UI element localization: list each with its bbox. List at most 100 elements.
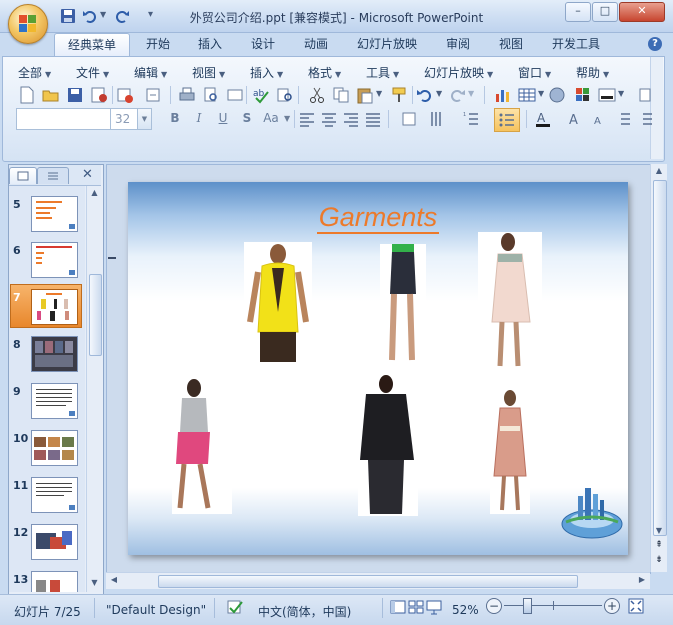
panel-close-icon[interactable]: ✕ bbox=[82, 167, 93, 182]
paste-icon[interactable] bbox=[356, 86, 374, 104]
fit-window-icon[interactable] bbox=[628, 598, 644, 614]
theme-name[interactable]: "Default Design" bbox=[106, 603, 206, 617]
photo-pink-skirt[interactable] bbox=[172, 378, 232, 514]
photo-yellow-vest[interactable] bbox=[244, 242, 312, 362]
email-icon[interactable] bbox=[116, 86, 134, 104]
slide-thumbnail[interactable] bbox=[31, 571, 78, 592]
zoom-slider-thumb[interactable] bbox=[523, 598, 532, 614]
language-check-icon[interactable] bbox=[226, 599, 244, 615]
tab-view[interactable]: 视图 bbox=[490, 33, 532, 55]
previous-slide-icon[interactable]: ⇞ bbox=[653, 540, 665, 552]
slide-thumbnail[interactable] bbox=[31, 430, 78, 466]
tab-classic-menu[interactable]: 经典菜单 bbox=[54, 33, 130, 56]
bold-button[interactable]: B bbox=[166, 111, 184, 125]
new-icon[interactable] bbox=[18, 86, 36, 104]
horizontal-scrollbar[interactable]: ◀ ▶ bbox=[106, 572, 650, 589]
decrease-indent-icon[interactable] bbox=[614, 110, 632, 128]
align-center-icon[interactable] bbox=[320, 110, 338, 128]
case-dropdown-icon[interactable]: ▼ bbox=[284, 114, 290, 123]
minimize-button[interactable]: – bbox=[565, 2, 591, 22]
zoom-box-icon[interactable] bbox=[598, 86, 616, 104]
more-icon[interactable] bbox=[636, 86, 654, 104]
tab-animation[interactable]: 动画 bbox=[295, 33, 337, 55]
scroll-down-icon[interactable]: ▼ bbox=[653, 526, 665, 536]
cut-icon[interactable] bbox=[308, 86, 326, 104]
shrink-font-icon[interactable]: A bbox=[590, 110, 608, 128]
maximize-button[interactable]: □ bbox=[592, 2, 618, 22]
slide-thumbnail[interactable] bbox=[31, 289, 78, 325]
panel-scrollbar[interactable]: ▲ ▼ bbox=[86, 186, 102, 592]
close-button[interactable]: ✕ bbox=[619, 2, 665, 22]
tab-insert[interactable]: 插入 bbox=[189, 33, 231, 55]
menu-format[interactable]: 格式 ▼ bbox=[308, 64, 341, 80]
slide-thumbnail[interactable] bbox=[31, 383, 78, 419]
slide-thumbnail[interactable] bbox=[31, 477, 78, 513]
menu-view[interactable]: 视图 ▼ bbox=[192, 64, 225, 80]
photo-black-skirt[interactable] bbox=[380, 244, 426, 366]
numbering-icon[interactable]: 1 bbox=[462, 110, 480, 128]
spell-check-icon[interactable]: ab bbox=[252, 86, 270, 104]
permission-icon[interactable] bbox=[90, 86, 108, 104]
text-direction-icon[interactable] bbox=[428, 110, 446, 128]
redo-dropdown-icon[interactable]: ▼ bbox=[468, 89, 474, 98]
current-slide[interactable]: Garments bbox=[128, 182, 628, 555]
web-icon[interactable] bbox=[548, 86, 566, 104]
underline-button[interactable]: U bbox=[214, 111, 232, 125]
chart-icon[interactable] bbox=[494, 86, 512, 104]
font-color-icon[interactable]: A bbox=[534, 110, 552, 128]
menu-insert[interactable]: 插入 ▼ bbox=[250, 64, 283, 80]
zoom-out-button[interactable]: − bbox=[486, 598, 502, 614]
menu-help[interactable]: 帮助 ▼ bbox=[576, 64, 609, 80]
align-left-icon[interactable] bbox=[298, 110, 316, 128]
open-icon[interactable] bbox=[42, 86, 60, 104]
save-icon[interactable] bbox=[66, 86, 84, 104]
menu-edit[interactable]: 编辑 ▼ bbox=[134, 64, 167, 80]
undo-icon[interactable] bbox=[416, 86, 434, 104]
change-case-button[interactable]: Aa bbox=[260, 111, 282, 125]
tab-design[interactable]: 设计 bbox=[242, 33, 284, 55]
format-painter-icon[interactable] bbox=[390, 86, 408, 104]
scroll-right-icon[interactable]: ▶ bbox=[636, 575, 648, 587]
align-right-icon[interactable] bbox=[342, 110, 360, 128]
menu-tools[interactable]: 工具 ▼ bbox=[366, 64, 399, 80]
chevron-down-icon[interactable]: ▼ bbox=[137, 109, 151, 129]
print-preview-icon[interactable] bbox=[202, 86, 220, 104]
scroll-up-icon[interactable]: ▲ bbox=[653, 166, 665, 178]
copy-icon[interactable] bbox=[332, 86, 350, 104]
zoom-level[interactable]: 52% bbox=[452, 603, 479, 617]
tab-slideshow[interactable]: 幻灯片放映 bbox=[350, 33, 424, 55]
sorter-view-icon[interactable] bbox=[408, 599, 424, 615]
panel-scroll-thumb[interactable] bbox=[89, 274, 102, 356]
language[interactable]: 中文(简体，中国) bbox=[258, 603, 351, 620]
paragraph-icon[interactable] bbox=[400, 110, 418, 128]
table-dropdown-icon[interactable]: ▼ bbox=[538, 89, 544, 98]
zoom-in-button[interactable]: + bbox=[604, 598, 620, 614]
normal-view-icon[interactable] bbox=[390, 599, 406, 615]
photo-pink-dress[interactable] bbox=[478, 232, 542, 372]
vertical-scrollbar[interactable]: ▲ ▼ ⇞ ⇟ bbox=[650, 164, 667, 572]
increase-indent-icon[interactable] bbox=[636, 110, 654, 128]
photo-black-jacket[interactable] bbox=[358, 374, 418, 516]
menu-file[interactable]: 文件 ▼ bbox=[76, 64, 109, 80]
next-slide-icon[interactable]: ⇟ bbox=[653, 555, 665, 567]
horizontal-scroll-thumb[interactable] bbox=[158, 575, 578, 588]
publish-icon[interactable] bbox=[144, 86, 162, 104]
office-button[interactable] bbox=[8, 4, 48, 44]
scroll-up-icon[interactable]: ▲ bbox=[89, 188, 100, 199]
menu-slideshow[interactable]: 幻灯片放映 ▼ bbox=[424, 64, 493, 80]
tab-developer[interactable]: 开发工具 bbox=[545, 33, 607, 55]
slide-thumbnail[interactable] bbox=[31, 196, 78, 232]
photo-satin-dress[interactable] bbox=[490, 390, 530, 514]
research-icon[interactable] bbox=[276, 86, 294, 104]
bullets-button[interactable] bbox=[494, 108, 520, 132]
grow-font-icon[interactable]: A bbox=[566, 110, 584, 128]
slide-icon[interactable] bbox=[226, 86, 244, 104]
redo-icon[interactable] bbox=[448, 86, 466, 104]
menu-window[interactable]: 窗口 ▼ bbox=[518, 64, 551, 80]
tab-slides[interactable] bbox=[9, 167, 37, 184]
slide-title[interactable]: Garments bbox=[128, 202, 628, 234]
tab-review[interactable]: 审阅 bbox=[437, 33, 479, 55]
scroll-left-icon[interactable]: ◀ bbox=[108, 575, 120, 587]
justify-icon[interactable] bbox=[364, 110, 382, 128]
scroll-down-icon[interactable]: ▼ bbox=[89, 578, 100, 589]
